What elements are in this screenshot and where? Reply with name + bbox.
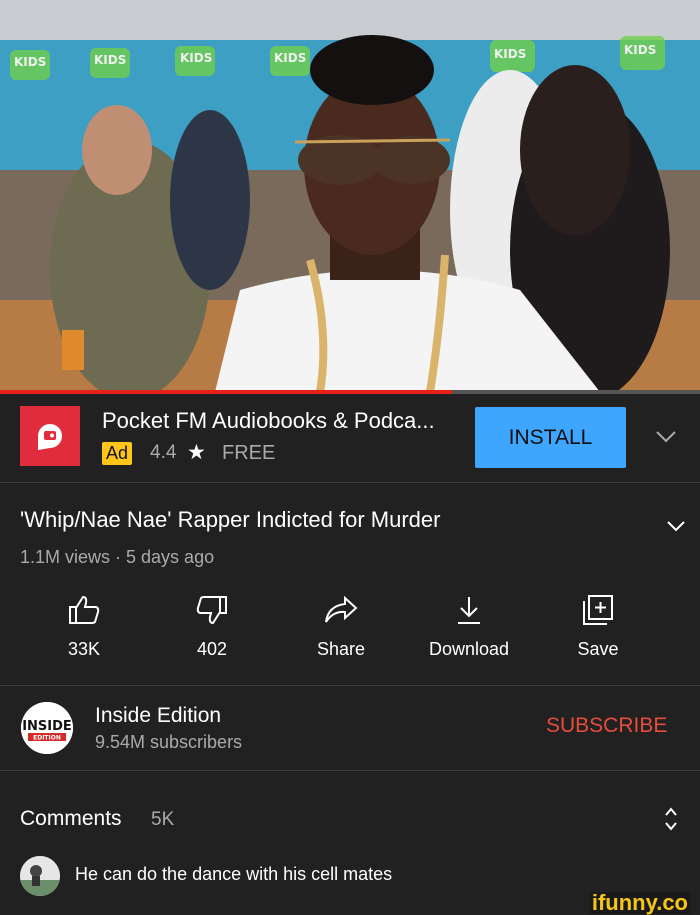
- comments-section[interactable]: Comments 5K He can do the dance with his…: [0, 786, 700, 896]
- subscriber-count: 9.54M subscribers: [95, 732, 243, 752]
- ad-banner[interactable]: Pocket FM Audiobooks & Podca... Ad 4.4 ★…: [0, 394, 700, 482]
- dislike-count: 402: [196, 639, 228, 659]
- download-button[interactable]: Download: [419, 590, 519, 660]
- svg-text:KIDS: KIDS: [14, 55, 46, 69]
- like-count: 33K: [67, 639, 101, 659]
- top-comment-text: He can do the dance with his cell mates: [75, 864, 393, 884]
- channel-name[interactable]: Inside Edition: [95, 704, 221, 728]
- ifunny-watermark: ifunny.co: [589, 890, 690, 915]
- video-title[interactable]: 'Whip/Nae Nae' Rapper Indicted for Murde…: [20, 507, 440, 533]
- download-icon: [419, 590, 519, 630]
- action-bar: 33K 402 Share Download Save: [0, 590, 700, 670]
- share-button[interactable]: Share: [291, 590, 391, 660]
- channel-logo-sub: EDITION: [33, 735, 61, 742]
- save-button[interactable]: Save: [548, 590, 648, 660]
- expand-description-icon[interactable]: [666, 512, 686, 538]
- download-label: Download: [428, 639, 510, 659]
- video-player[interactable]: KIDS KIDS KIDS KIDS KIDS KIDS: [0, 0, 700, 392]
- svg-text:KIDS: KIDS: [494, 47, 526, 61]
- comments-label: Comments: [20, 807, 122, 830]
- ad-price: FREE: [222, 442, 276, 464]
- comments-count: 5K: [151, 809, 175, 830]
- divider: [0, 770, 700, 771]
- ad-title: Pocket FM Audiobooks & Podca...: [102, 408, 435, 433]
- thumbs-down-icon: [162, 590, 262, 630]
- svg-text:KIDS: KIDS: [624, 43, 656, 57]
- channel-logo-text: INSIDE: [22, 719, 72, 734]
- video-frame-image: KIDS KIDS KIDS KIDS KIDS KIDS: [0, 0, 700, 392]
- install-button[interactable]: INSTALL: [475, 407, 626, 468]
- save-icon: [548, 590, 648, 630]
- share-label: Share: [316, 639, 366, 659]
- share-icon: [291, 590, 391, 630]
- channel-row[interactable]: INSIDE EDITION Inside Edition 9.54M subs…: [0, 686, 700, 770]
- thumbs-up-icon: [34, 590, 134, 630]
- subscribe-button[interactable]: SUBSCRIBE: [546, 714, 667, 738]
- channel-avatar[interactable]: INSIDE EDITION: [21, 702, 73, 754]
- video-meta: 1.1M views · 5 days ago: [20, 547, 215, 567]
- pocket-fm-app-icon: [20, 406, 80, 466]
- commenter-avatar[interactable]: [20, 856, 60, 896]
- star-icon: ★: [187, 441, 206, 464]
- expand-comments-icon[interactable]: [664, 806, 678, 838]
- svg-text:KIDS: KIDS: [94, 53, 126, 67]
- svg-text:KIDS: KIDS: [274, 51, 306, 65]
- ad-rating: 4.4: [150, 442, 177, 463]
- divider: [0, 482, 700, 483]
- dislike-button[interactable]: 402: [162, 590, 262, 660]
- ad-badge: Ad: [102, 442, 133, 465]
- chevron-down-icon[interactable]: [655, 424, 677, 450]
- svg-text:KIDS: KIDS: [180, 51, 212, 65]
- like-button[interactable]: 33K: [34, 590, 134, 660]
- save-label: Save: [577, 639, 619, 659]
